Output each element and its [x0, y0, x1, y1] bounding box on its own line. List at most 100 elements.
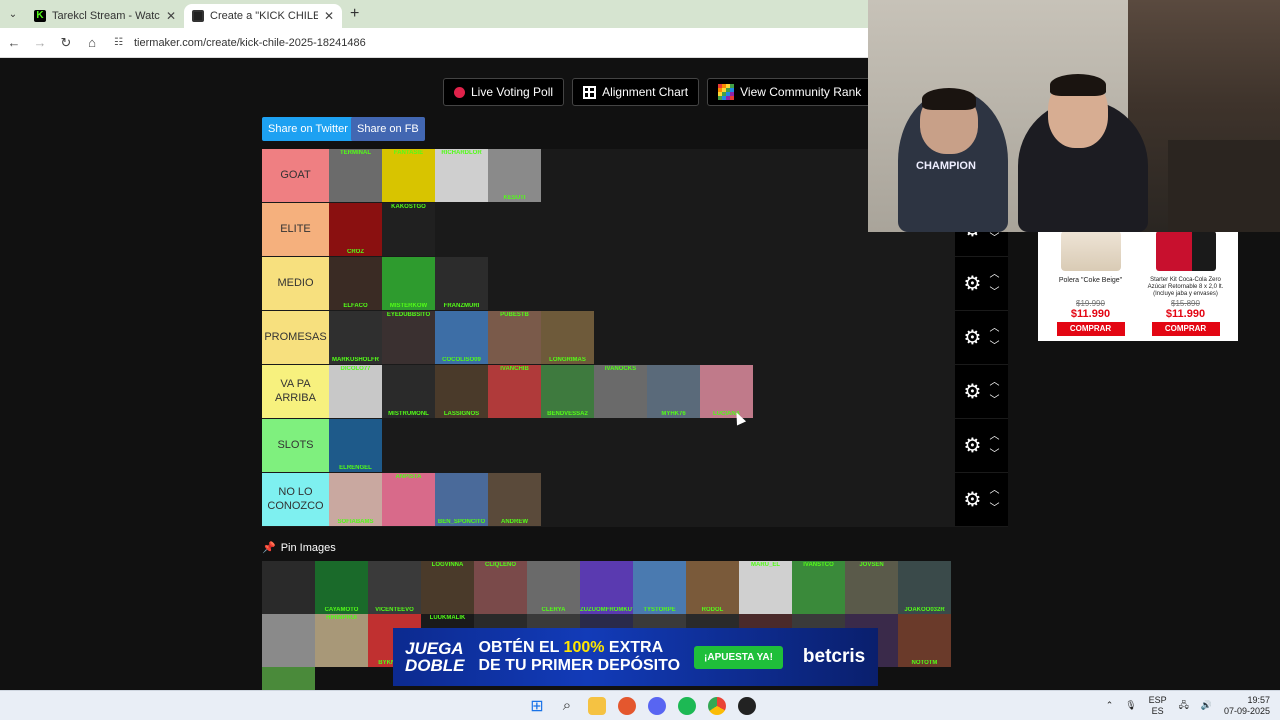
- streamer-image[interactable]: KESUTI: [488, 149, 541, 202]
- buy-button[interactable]: COMPRAR: [1056, 322, 1125, 336]
- gear-icon[interactable]: ⚙: [964, 271, 982, 296]
- chevron-down-icon[interactable]: ﹀: [989, 500, 999, 518]
- apuesta-ya-button[interactable]: ¡APUESTA YA!: [694, 645, 783, 669]
- tier-drop-zone[interactable]: DICOLO77 MISTRUMONL LASSIGNOS IVANCHIB BENDV…: [329, 365, 955, 418]
- live-voting-poll-button[interactable]: Live Voting Poll: [443, 78, 565, 106]
- streamer-image[interactable]: EYEDUBBSITO: [382, 311, 435, 364]
- tier-label[interactable]: GOAT: [262, 149, 329, 202]
- tier-label[interactable]: VA PA ARRIBA: [262, 365, 329, 418]
- clock[interactable]: 19:57 07-09-2025: [1224, 695, 1270, 717]
- tier-drop-zone[interactable]: ELRENGEL: [329, 419, 955, 472]
- chevron-up-icon[interactable]: ⌃: [1106, 700, 1114, 711]
- chevron-down-icon[interactable]: ﹀: [989, 230, 999, 248]
- chevron-up-icon[interactable]: ︿: [989, 374, 999, 392]
- reload-icon[interactable]: ↻: [54, 35, 78, 51]
- view-community-rank-button[interactable]: View Community Rank: [707, 78, 873, 106]
- streamer-image[interactable]: IVANOCKS: [594, 365, 647, 418]
- share-facebook-button[interactable]: Share on FB: [351, 117, 425, 141]
- microphone-icon[interactable]: 🎙: [1125, 700, 1136, 711]
- share-twitter-button[interactable]: Share on Twitter: [262, 117, 354, 141]
- tab-search-chevron-icon[interactable]: ⌄: [0, 0, 26, 28]
- streamer-image[interactable]: CROZ: [329, 203, 382, 256]
- chevron-up-icon[interactable]: ︿: [989, 428, 999, 446]
- buy-button[interactable]: COMPRAR: [1151, 322, 1220, 336]
- streamer-image[interactable]: TYSTORPE: [633, 561, 686, 614]
- streamer-image[interactable]: [262, 561, 315, 614]
- search-icon[interactable]: ⌕: [558, 697, 576, 715]
- streamer-image[interactable]: COCOLISO09: [435, 311, 488, 364]
- streamer-image[interactable]: MARKUSHOLFR: [329, 311, 382, 364]
- obs-icon[interactable]: [738, 696, 756, 715]
- streamer-image[interactable]: LOGVINNA: [421, 561, 474, 614]
- streamer-image[interactable]: ELRENGEL: [329, 419, 382, 472]
- ad-product[interactable]: Starter Kit Coca-Cola Zero Azúcar Retorn…: [1143, 231, 1228, 341]
- spotify-icon[interactable]: [678, 696, 696, 715]
- streamer-image[interactable]: LONGRIMAS: [541, 311, 594, 364]
- tier-drop-zone[interactable]: ELFACO MISTERKOW FRANZMURI: [329, 257, 955, 310]
- language-indicator[interactable]: ESP ES: [1149, 695, 1167, 717]
- gear-icon[interactable]: ⚙: [964, 379, 982, 404]
- tab-kick-stream[interactable]: K Tarekcl Stream - Watch Live on ✕: [26, 4, 184, 28]
- home-icon[interactable]: ⌂: [80, 35, 104, 50]
- streamer-image[interactable]: ANDREW: [488, 473, 541, 526]
- chevron-down-icon[interactable]: ﹀: [989, 284, 999, 302]
- gear-icon[interactable]: ⚙: [964, 487, 982, 512]
- alignment-chart-button[interactable]: Alignment Chart: [572, 78, 700, 106]
- tier-label[interactable]: ELITE: [262, 203, 329, 256]
- chrome-icon[interactable]: [708, 696, 726, 715]
- chevron-up-icon[interactable]: ︿: [989, 266, 999, 284]
- streamer-image[interactable]: PUBESTB: [488, 311, 541, 364]
- streamer-image[interactable]: HIHINPRUI: [315, 614, 368, 667]
- streamer-image[interactable]: KAKOSTGO: [382, 203, 435, 256]
- streamer-image[interactable]: RICHARDLOR: [435, 149, 488, 202]
- streamer-image[interactable]: JOAKOO032R: [898, 561, 951, 614]
- streamer-image[interactable]: [262, 614, 315, 667]
- streamer-image[interactable]: CAYAMOTO: [315, 561, 368, 614]
- streamer-image[interactable]: MISTRUMONL: [382, 365, 435, 418]
- streamer-image[interactable]: MISTERKOW: [382, 257, 435, 310]
- back-arrow-icon[interactable]: ←: [2, 35, 26, 50]
- streamer-image[interactable]: BENDVESSA2: [541, 365, 594, 418]
- tier-drop-zone[interactable]: TERMINAL FANTASIE RICHARDLOR KESUTI: [329, 149, 955, 202]
- streamer-image[interactable]: FANTASIE: [382, 149, 435, 202]
- windows-start-icon[interactable]: ⊞: [528, 697, 546, 715]
- chevron-up-icon[interactable]: ︿: [989, 320, 999, 338]
- tier-label[interactable]: PROMESAS: [262, 311, 329, 364]
- network-icon[interactable]: 🖧: [1179, 698, 1189, 714]
- file-explorer-icon[interactable]: [588, 696, 606, 715]
- streamer-image[interactable]: LUCIANA: [700, 365, 753, 418]
- streamer-image[interactable]: DICOLO77: [329, 365, 382, 418]
- new-tab-button[interactable]: +: [350, 5, 359, 23]
- tab-close-icon[interactable]: ✕: [324, 9, 334, 23]
- chevron-down-icon[interactable]: ﹀: [989, 338, 999, 356]
- streamer-image[interactable]: JOVSEN: [845, 561, 898, 614]
- streamer-image[interactable]: LASSIGNOS: [435, 365, 488, 418]
- gear-icon[interactable]: ⚙: [964, 433, 982, 458]
- streamer-image[interactable]: BEN_SPONCITO: [435, 473, 488, 526]
- discord-icon[interactable]: [648, 696, 666, 715]
- volume-icon[interactable]: 🔊: [1201, 700, 1212, 711]
- streamer-image[interactable]: RODOL: [686, 561, 739, 614]
- chevron-down-icon[interactable]: ﹀: [989, 392, 999, 410]
- tier-drop-zone[interactable]: MARKUSHOLFR EYEDUBBSITO COCOLISO09 PUBESTB L…: [329, 311, 955, 364]
- streamer-image[interactable]: IVANSTCO: [792, 561, 845, 614]
- streamer-image[interactable]: IVANCHIB: [488, 365, 541, 418]
- tier-label[interactable]: NO LO CONOZCO: [262, 473, 329, 526]
- chevron-down-icon[interactable]: ﹀: [989, 446, 999, 464]
- address-bar[interactable]: ☷ tiermaker.com/create/kick-chile-2025-1…: [114, 32, 868, 54]
- streamer-image[interactable]: ANPISTA: [382, 473, 435, 526]
- streamer-image[interactable]: ELFACO: [329, 257, 382, 310]
- app-icon[interactable]: [618, 696, 636, 715]
- tier-label[interactable]: SLOTS: [262, 419, 329, 472]
- site-info-icon[interactable]: ☷: [114, 37, 128, 48]
- tab-close-icon[interactable]: ✕: [166, 9, 176, 23]
- ad-product[interactable]: Polera "Coke Beige" $19.990 $11.990 COMP…: [1048, 231, 1133, 341]
- streamer-image[interactable]: TERMINAL: [329, 149, 382, 202]
- tab-tiermaker[interactable]: Create a "KICK CHILE 2025" Tier ✕: [184, 4, 342, 28]
- streamer-image[interactable]: FRANZMURI: [435, 257, 488, 310]
- gear-icon[interactable]: ⚙: [964, 325, 982, 350]
- side-advertisement[interactable]: Polera "Coke Beige" $19.990 $11.990 COMP…: [1038, 231, 1238, 341]
- streamer-image[interactable]: MARU_EL: [739, 561, 792, 614]
- streamer-image[interactable]: CLIQLENO: [474, 561, 527, 614]
- forward-arrow-icon[interactable]: →: [28, 35, 52, 50]
